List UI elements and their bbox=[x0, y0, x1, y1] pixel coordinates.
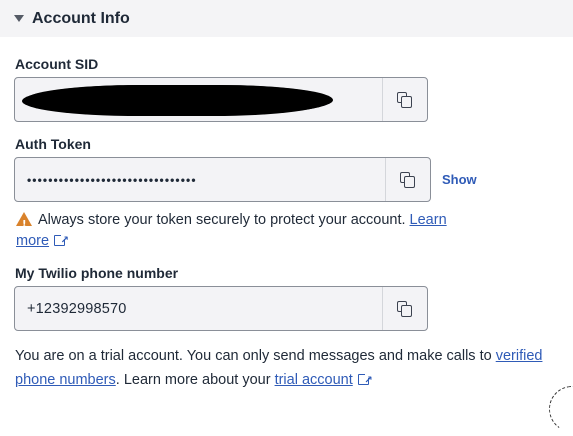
trial-text-before: You are on a trial account. You can only… bbox=[15, 348, 496, 364]
copy-phone-number-button[interactable] bbox=[382, 287, 427, 330]
auth-token-value: •••••••••••••••••••••••••••••••• bbox=[27, 172, 197, 187]
phone-number-field[interactable]: +12392998570 bbox=[14, 286, 428, 331]
account-sid-label: Account SID bbox=[15, 56, 99, 72]
warning-icon bbox=[16, 212, 32, 235]
auth-token-label: Auth Token bbox=[15, 136, 91, 152]
section-header-account-info[interactable]: Account Info bbox=[0, 0, 573, 37]
copy-account-sid-button[interactable] bbox=[382, 78, 427, 121]
warning-text: Always store your token securely to prot… bbox=[38, 212, 406, 228]
redacted-mark bbox=[25, 84, 331, 115]
trial-account-link[interactable]: trial account bbox=[275, 372, 353, 388]
copy-auth-token-button[interactable] bbox=[385, 158, 430, 201]
caret-down-icon bbox=[14, 15, 24, 22]
external-link-icon bbox=[357, 369, 373, 393]
trial-text-middle: . Learn more about your bbox=[115, 372, 275, 388]
section-title: Account Info bbox=[32, 9, 130, 27]
token-warning: Always store your token securely to prot… bbox=[16, 210, 466, 252]
trial-account-note: You are on a trial account. You can only… bbox=[15, 344, 570, 393]
account-sid-value bbox=[15, 78, 382, 121]
phone-number-label: My Twilio phone number bbox=[15, 265, 179, 281]
copy-icon bbox=[400, 171, 416, 188]
copy-icon bbox=[397, 91, 413, 108]
copy-icon bbox=[397, 300, 413, 317]
phone-number-value: +12392998570 bbox=[27, 300, 127, 317]
show-token-button[interactable]: Show bbox=[442, 172, 477, 187]
auth-token-field[interactable]: •••••••••••••••••••••••••••••••• bbox=[14, 157, 431, 202]
external-link-icon bbox=[54, 230, 69, 251]
account-sid-field[interactable] bbox=[14, 77, 428, 122]
